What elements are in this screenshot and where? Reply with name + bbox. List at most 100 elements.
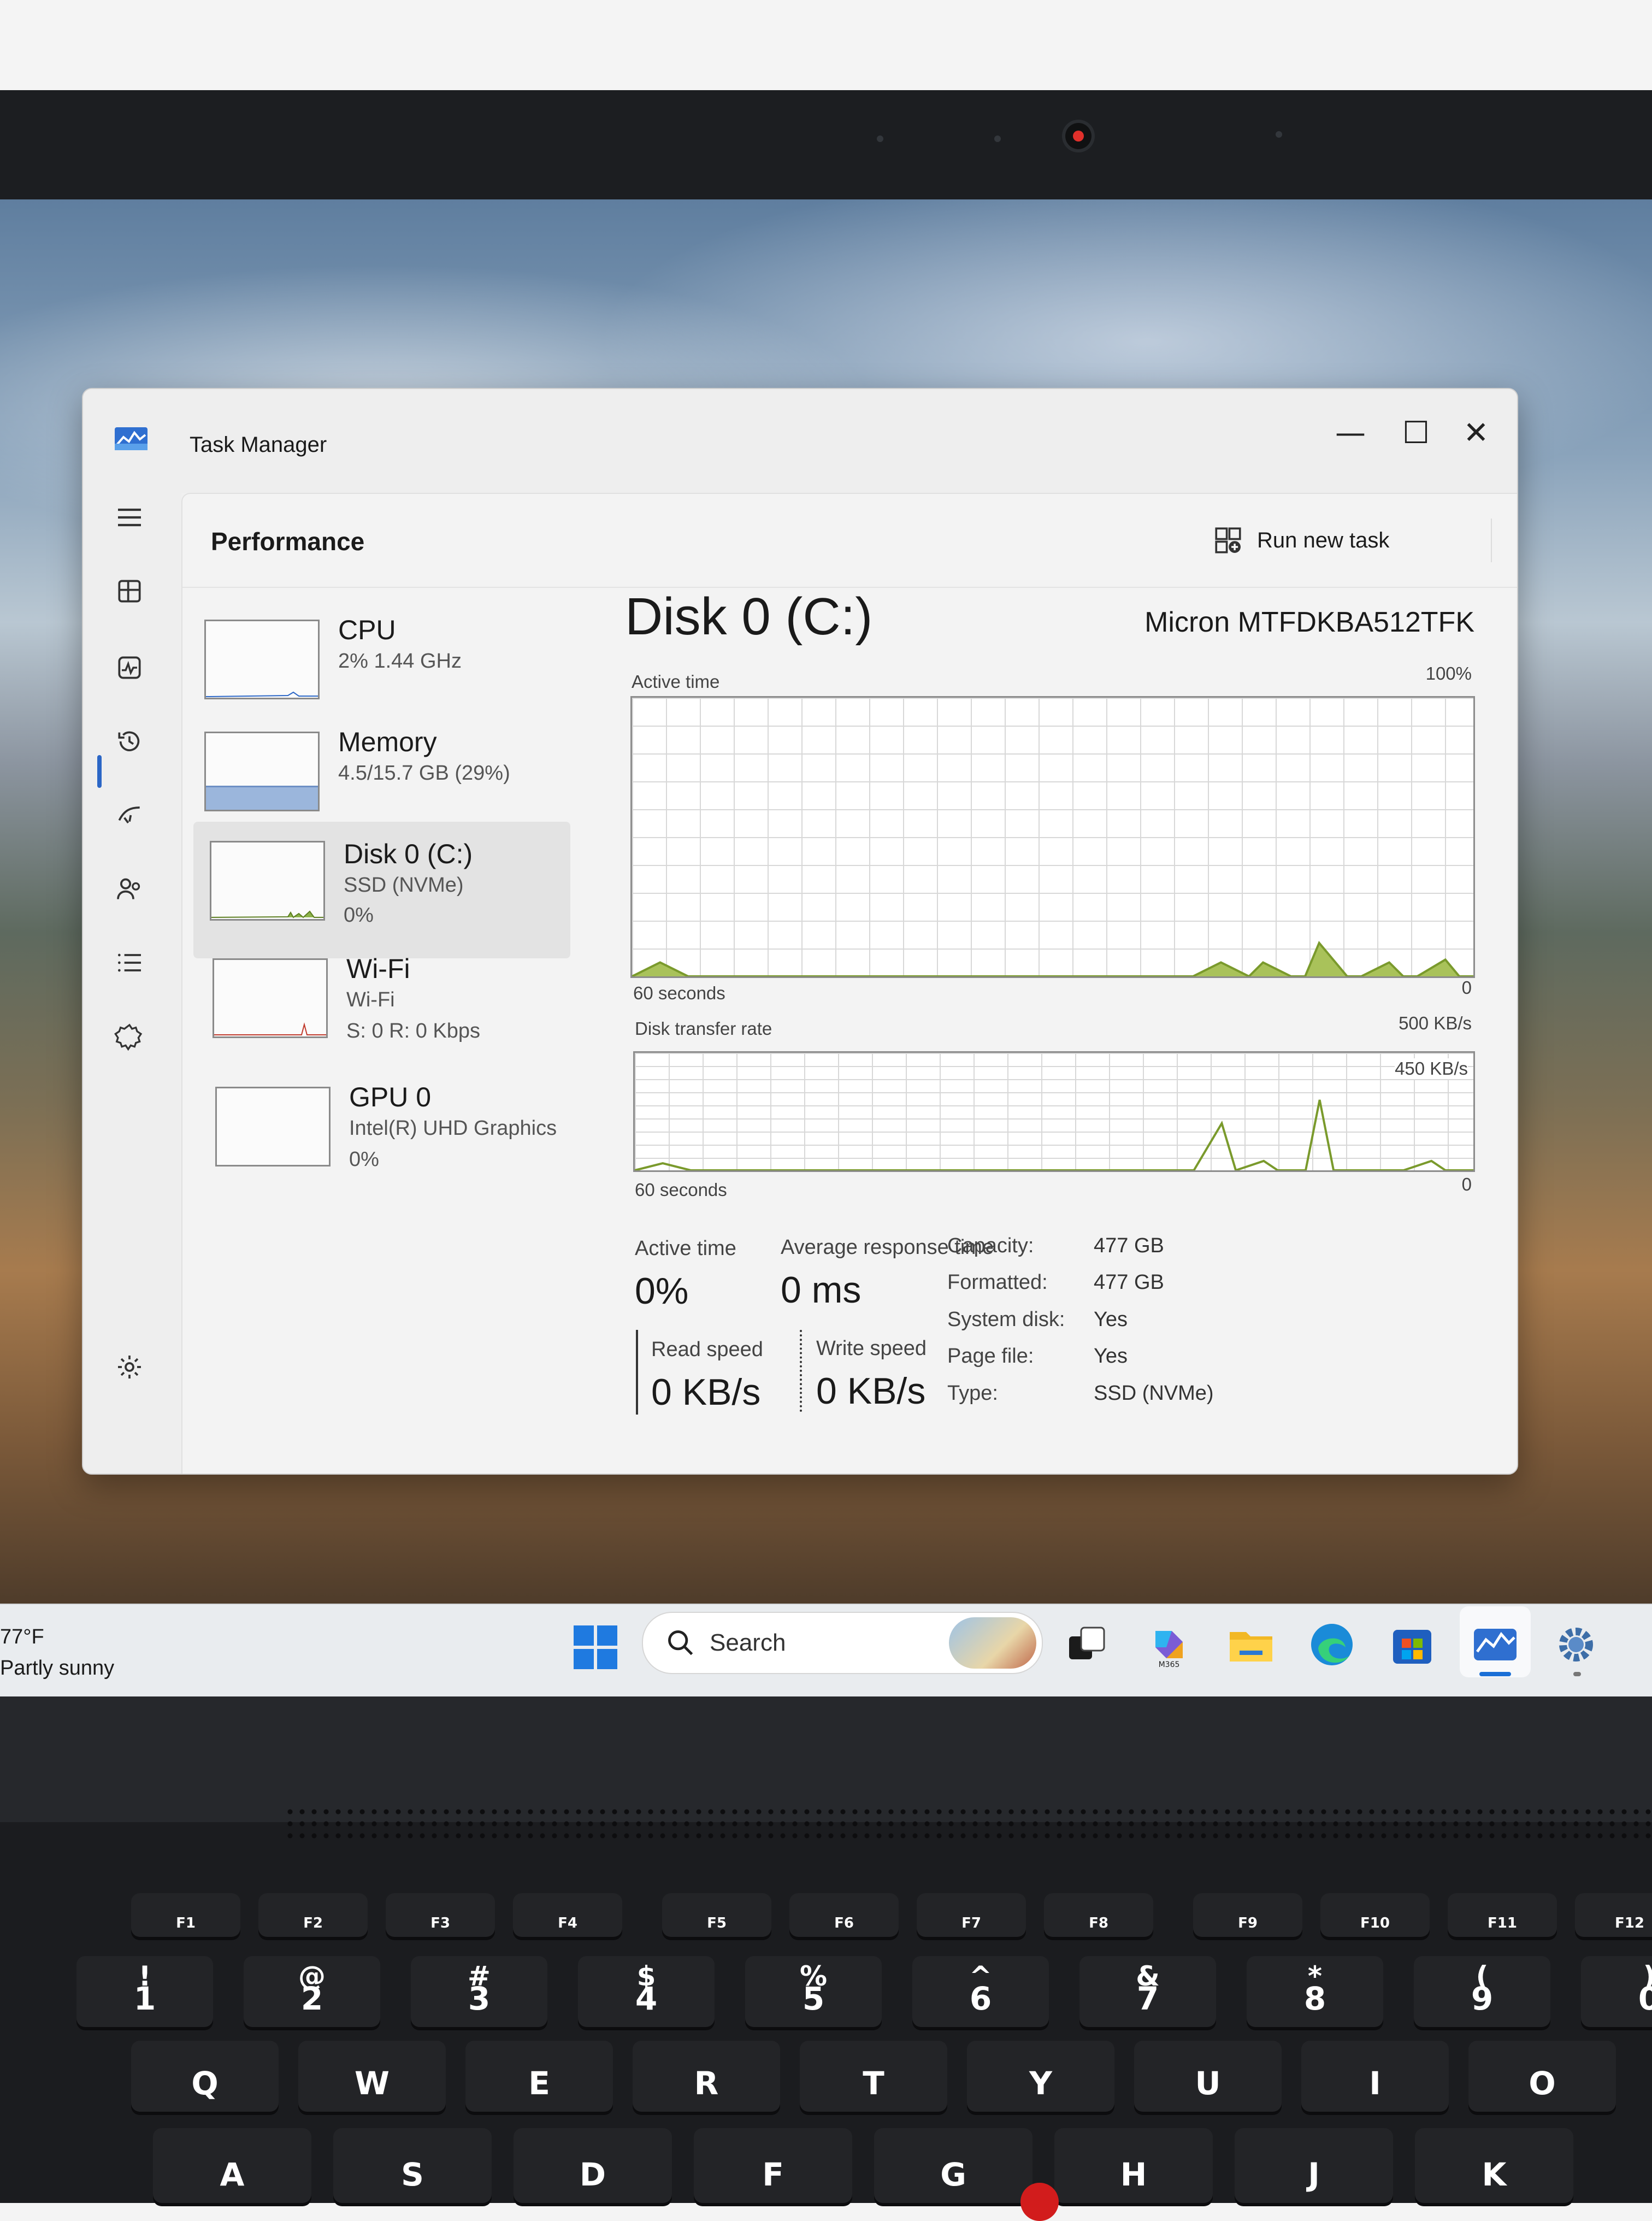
sensor-dot <box>1276 131 1282 138</box>
settings-app-icon[interactable] <box>1551 1620 1601 1669</box>
letter-key: K <box>1415 2128 1573 2203</box>
page-file-value: Yes <box>1094 1345 1128 1368</box>
write-speed-marker <box>800 1330 802 1412</box>
performance-page: Performance Run new task ··· CPU 2% 1.44… <box>181 493 1518 1475</box>
letter-key: U <box>1134 2041 1282 2112</box>
function-key: F7 <box>917 1893 1026 1937</box>
device-throughput: S: 0 R: 0 Kbps <box>346 1020 480 1043</box>
task-view-icon[interactable] <box>1063 1620 1112 1669</box>
close-button[interactable]: ✕ <box>1441 400 1512 466</box>
read-speed-label: Read speed <box>651 1338 763 1362</box>
avg-response-stat-value: 0 ms <box>781 1269 861 1311</box>
number-key: %5 <box>745 1956 882 2027</box>
search-placeholder: Search <box>710 1629 786 1657</box>
device-name: Memory <box>338 726 437 758</box>
title-bar[interactable]: Task Manager — ☐ ✕ <box>83 389 1517 493</box>
file-explorer-icon[interactable] <box>1226 1620 1276 1669</box>
function-key: F1 <box>131 1893 240 1937</box>
performance-icon[interactable] <box>105 643 154 692</box>
startup-apps-icon[interactable] <box>105 791 154 840</box>
device-name: Disk 0 (C:) <box>344 838 473 870</box>
active-time-graph <box>630 696 1475 978</box>
microsoft-store-icon[interactable] <box>1388 1620 1437 1669</box>
number-key: $4 <box>578 1956 715 2027</box>
users-icon[interactable] <box>105 864 154 914</box>
letter-key: A <box>153 2128 311 2203</box>
number-key: ^6 <box>912 1956 1049 2027</box>
device-item-gpu-0[interactable]: GPU 0 Intel(R) UHD Graphics 0% <box>193 1073 570 1210</box>
device-item-disk-0[interactable]: Disk 0 (C:) SSD (NVMe) 0% <box>193 822 570 958</box>
device-detail: 2% 1.44 GHz <box>338 650 462 673</box>
task-manager-app-icon <box>115 427 148 450</box>
transfer-rate-graph-label: Disk transfer rate <box>635 1018 772 1039</box>
device-utilization: 0% <box>349 1148 379 1171</box>
letter-key: S <box>333 2128 492 2203</box>
edge-browser-icon[interactable] <box>1307 1620 1356 1669</box>
type-label: Type: <box>947 1382 998 1405</box>
device-name: Wi-Fi <box>346 953 410 985</box>
running-app-indicator <box>1573 1672 1581 1676</box>
device-utilization: 0% <box>344 904 374 927</box>
trackpoint <box>1020 2183 1059 2221</box>
search-highlight-image <box>949 1617 1036 1669</box>
hamburger-menu-icon[interactable] <box>105 493 154 542</box>
capacity-label: Capacity: <box>947 1234 1034 1258</box>
number-key: !1 <box>76 1956 213 2027</box>
services-icon[interactable] <box>105 1012 154 1061</box>
memory-usage-fill <box>206 786 318 810</box>
page-header: Performance Run new task ··· <box>182 494 1518 588</box>
read-speed-value: 0 KB/s <box>651 1371 760 1413</box>
letter-key: Q <box>131 2041 279 2112</box>
page-title: Performance <box>211 527 364 556</box>
speaker-grille <box>284 1806 1652 1844</box>
webcam <box>1065 123 1092 149</box>
function-key: F4 <box>513 1893 622 1937</box>
header-separator <box>1491 519 1492 562</box>
transfer-rate-min-label: 0 <box>1462 1174 1472 1195</box>
active-time-series-area <box>632 943 1473 976</box>
sensor-dot <box>877 136 883 142</box>
run-task-icon <box>1212 525 1244 556</box>
transfer-rate-series-line <box>635 1100 1473 1170</box>
m365-copilot-icon[interactable]: M365 <box>1144 1620 1194 1669</box>
search-icon <box>665 1627 697 1659</box>
read-speed-marker <box>636 1330 638 1415</box>
windows-start-icon[interactable] <box>574 1625 617 1669</box>
write-speed-label: Write speed <box>816 1337 927 1360</box>
number-key: (9 <box>1414 1956 1550 2027</box>
weather-temperature[interactable]: 77°F <box>0 1625 44 1649</box>
disk-thumbnail-graph <box>210 841 325 921</box>
m365-badge: M365 <box>1159 1660 1180 1669</box>
settings-gear-icon[interactable] <box>105 1342 154 1392</box>
function-key: F2 <box>258 1893 368 1937</box>
active-time-series-line <box>632 943 1473 976</box>
details-icon[interactable] <box>105 938 154 987</box>
type-value: SSD (NVMe) <box>1094 1382 1214 1405</box>
letter-key: R <box>633 2041 780 2112</box>
capacity-value: 477 GB <box>1094 1234 1164 1258</box>
active-time-stat-label: Active time <box>635 1237 736 1260</box>
weather-description[interactable]: Partly sunny <box>0 1657 114 1680</box>
device-item-wifi[interactable]: Wi-Fi Wi-Fi S: 0 R: 0 Kbps <box>193 947 570 1084</box>
run-new-task-button[interactable]: Run new task <box>1212 516 1389 565</box>
system-disk-label: System disk: <box>947 1308 1065 1332</box>
transfer-rate-time-label: 60 seconds <box>635 1180 727 1200</box>
disk-title: Disk 0 (C:) <box>625 587 872 647</box>
active-time-chart <box>632 698 1473 976</box>
function-key: F12 <box>1575 1893 1652 1937</box>
window-title: Task Manager <box>190 433 327 457</box>
write-speed-value: 0 KB/s <box>816 1370 925 1412</box>
taskbar-search-box[interactable]: Search <box>642 1612 1043 1674</box>
letter-key: W <box>298 2041 446 2112</box>
letter-key: Y <box>967 2041 1114 2112</box>
device-name: CPU <box>338 614 396 646</box>
active-app-indicator <box>1479 1672 1511 1676</box>
formatted-value: 477 GB <box>1094 1271 1164 1294</box>
active-time-time-label: 60 seconds <box>633 983 725 1004</box>
active-time-min-label: 0 <box>1462 977 1472 998</box>
minimize-button[interactable]: — <box>1315 400 1386 466</box>
function-key: F8 <box>1044 1893 1153 1937</box>
app-history-icon[interactable] <box>105 717 154 766</box>
processes-icon[interactable] <box>105 567 154 616</box>
laptop-bezel-bottom <box>0 1696 1652 1822</box>
